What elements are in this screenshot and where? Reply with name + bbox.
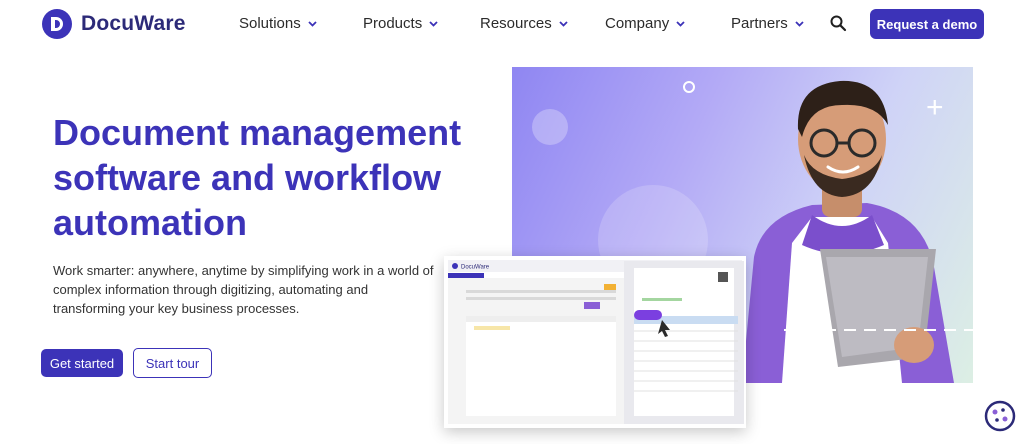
- logo-text: DocuWare: [81, 12, 186, 35]
- site-header: DocuWare Solutions Products Resources Co…: [0, 0, 1024, 48]
- cookie-icon[interactable]: [984, 400, 1016, 432]
- app-screenshot-illustration: DocuWare: [444, 256, 746, 428]
- chevron-down-icon: [429, 20, 438, 27]
- nav-label: Products: [363, 15, 423, 32]
- logo-mark-icon: [42, 9, 72, 39]
- request-demo-button[interactable]: Request a demo: [870, 9, 984, 39]
- chevron-down-icon: [308, 20, 317, 27]
- nav-item-partners[interactable]: Partners: [731, 15, 804, 32]
- nav-label: Company: [605, 15, 670, 32]
- decor-dashes: [784, 329, 973, 331]
- search-icon[interactable]: [829, 14, 847, 32]
- hero-title: Document management software and workflo…: [53, 112, 462, 243]
- get-started-button[interactable]: Get started: [41, 349, 123, 377]
- nav-item-resources[interactable]: Resources: [480, 15, 568, 32]
- chevron-down-icon: [559, 20, 568, 27]
- chevron-down-icon: [795, 20, 804, 27]
- app-screenshot-mockup: DocuWare: [444, 256, 746, 428]
- chevron-down-icon: [676, 20, 685, 27]
- mockup-app-name: DocuWare: [461, 265, 490, 271]
- decor-circle: [532, 109, 568, 145]
- hero-subtitle: Work smarter: anywhere, anytime by simpl…: [53, 263, 434, 316]
- docuware-logo[interactable]: DocuWare: [42, 9, 186, 39]
- nav-item-products[interactable]: Products: [363, 15, 438, 32]
- nav-label: Solutions: [239, 15, 301, 32]
- nav-item-solutions[interactable]: Solutions: [239, 15, 317, 32]
- start-tour-button[interactable]: Start tour: [133, 348, 212, 378]
- nav-label: Partners: [731, 15, 788, 32]
- nav-item-company[interactable]: Company: [605, 15, 685, 32]
- nav-label: Resources: [480, 15, 552, 32]
